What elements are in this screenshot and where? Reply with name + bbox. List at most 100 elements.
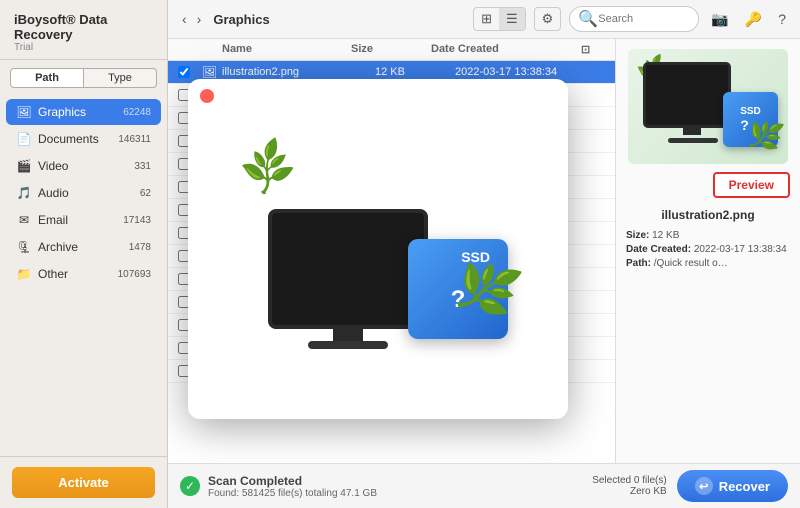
breadcrumb-title: Graphics <box>213 12 465 27</box>
list-view-button[interactable]: ☰ <box>499 8 525 30</box>
sidebar: iBoysoft® Data Recovery Trial Path Type … <box>0 0 168 508</box>
file-list-area: Name Size Date Created ⊡ 🖼 illustration2… <box>168 39 800 463</box>
scan-text: Scan Completed Found: 581425 file(s) tot… <box>208 474 592 499</box>
mini-monitor <box>643 62 731 128</box>
recover-icon: ↩ <box>695 477 713 495</box>
search-icon: 🔍 <box>578 9 598 29</box>
scan-complete-icon: ✓ <box>180 476 200 496</box>
other-count: 107693 <box>118 269 151 280</box>
sidebar-item-email[interactable]: ✉ Email 17143 <box>6 207 161 233</box>
mac-base <box>308 341 388 349</box>
back-button[interactable]: ‹ <box>178 9 191 29</box>
archive-icon: 🗜 <box>16 239 32 255</box>
mini-base <box>668 138 718 143</box>
sidebar-item-audio[interactable]: 🎵 Audio 62 <box>6 180 161 206</box>
mini-mac-illustration: 🌿 SSD ? 🌿 <box>638 57 778 157</box>
main-content: ‹ › Graphics ⊞ ☰ ⚙ 🔍 📷 🔑 ? Name Size Dat… <box>168 0 800 508</box>
preview-size-value: 12 KB <box>652 230 679 241</box>
selected-size: Zero KB <box>592 486 666 497</box>
preview-meta: Size: 12 KB Date Created: 2022-03-17 13:… <box>626 230 790 272</box>
archive-count: 1478 <box>129 242 151 253</box>
preview-popup: 🌿 SSD ? 🌿 <box>188 79 568 419</box>
col-size-header: Size <box>351 43 431 56</box>
recover-button[interactable]: ↩ Recover <box>677 470 788 502</box>
scan-subtitle: Found: 581425 file(s) totaling 47.1 GB <box>208 488 592 499</box>
status-bar: ✓ Scan Completed Found: 581425 file(s) t… <box>168 463 800 508</box>
sidebar-footer: Activate <box>0 456 167 508</box>
preview-path-row: Path: /Quick result o… <box>626 258 790 269</box>
grid-view-button[interactable]: ⊞ <box>474 8 499 30</box>
file-list-container: Name Size Date Created ⊡ 🖼 illustration2… <box>168 39 615 463</box>
preview-date-label: Date Created: <box>626 244 691 255</box>
file-checkbox-0[interactable] <box>178 66 202 78</box>
preview-date-row: Date Created: 2022-03-17 13:38:34 <box>626 244 790 255</box>
audio-icon: 🎵 <box>16 185 32 201</box>
documents-icon: 📄 <box>16 131 32 147</box>
sidebar-item-archive[interactable]: 🗜 Archive 1478 <box>6 234 161 260</box>
leaf-decoration-topleft: 🌿 <box>235 135 302 201</box>
selected-info: Selected 0 file(s) Zero KB <box>592 475 666 497</box>
preview-panel: 🌿 SSD ? 🌿 Preview illustra <box>615 39 800 463</box>
sidebar-item-graphics[interactable]: 🖼 Graphics 62248 <box>6 99 161 125</box>
video-count: 331 <box>134 161 151 172</box>
video-label: Video <box>38 159 134 173</box>
forward-button[interactable]: › <box>193 9 206 29</box>
file-size-0: 12 KB <box>375 66 455 78</box>
preview-path-label: Path: <box>626 258 651 269</box>
search-box: 🔍 <box>569 6 699 32</box>
graphics-icon: 🖼 <box>16 104 32 120</box>
email-count: 17143 <box>123 215 151 226</box>
sidebar-nav: 🖼 Graphics 62248 📄 Documents 146311 🎬 Vi… <box>0 94 167 456</box>
sidebar-item-video[interactable]: 🎬 Video 331 <box>6 153 161 179</box>
mac-stand <box>333 325 363 341</box>
view-toggle: ⊞ ☰ <box>473 7 526 31</box>
camera-icon-button[interactable]: 📷 <box>707 9 732 30</box>
file-name-0: illustration2.png <box>222 66 375 78</box>
video-icon: 🎬 <box>16 158 32 174</box>
preview-image-area: 🌿 SSD ? 🌿 <box>628 49 788 164</box>
preview-illustration: 🌿 SSD ? 🌿 <box>238 139 518 359</box>
activate-button[interactable]: Activate <box>12 467 155 498</box>
selected-count: Selected 0 file(s) <box>592 475 666 486</box>
audio-count: 62 <box>140 188 151 199</box>
file-date-0: 2022-03-17 13:38:34 <box>455 66 605 78</box>
archive-label: Archive <box>38 240 129 254</box>
preview-size-label: Size: <box>626 230 649 241</box>
search-input[interactable] <box>598 13 690 25</box>
nav-arrows: ‹ › <box>178 9 205 29</box>
col-name-header: Name <box>222 43 351 56</box>
mini-stand <box>683 125 701 135</box>
app-header: iBoysoft® Data Recovery Trial <box>0 0 167 60</box>
file-list-header: Name Size Date Created ⊡ <box>168 39 615 61</box>
email-label: Email <box>38 213 123 227</box>
documents-count: 146311 <box>118 134 151 145</box>
preview-filename: illustration2.png <box>661 208 754 222</box>
tab-type[interactable]: Type <box>84 68 157 88</box>
col-date-header: Date Created <box>431 43 581 56</box>
help-icon-button[interactable]: ? <box>774 9 790 29</box>
path-type-tabs: Path Type <box>0 60 167 94</box>
preview-date-value: 2022-03-17 13:38:34 <box>694 244 787 255</box>
documents-label: Documents <box>38 132 118 146</box>
popup-close-button[interactable] <box>200 89 214 103</box>
preview-button[interactable]: Preview <box>713 172 790 198</box>
app-title: iBoysoft® Data Recovery <box>14 12 153 42</box>
mac-monitor <box>268 209 428 329</box>
preview-size-row: Size: 12 KB <box>626 230 790 241</box>
mini-leaf-bottomright: 🌿 <box>744 115 786 156</box>
audio-label: Audio <box>38 186 140 200</box>
graphics-count: 62248 <box>123 107 151 118</box>
other-icon: 📁 <box>16 266 32 282</box>
graphics-label: Graphics <box>38 105 123 119</box>
email-icon: ✉ <box>16 212 32 228</box>
preview-path-value: /Quick result o… <box>654 258 728 269</box>
file-type-icon-0: 🖼 <box>202 65 222 79</box>
tab-path[interactable]: Path <box>10 68 84 88</box>
info-icon-button[interactable]: 🔑 <box>741 9 766 30</box>
scan-title: Scan Completed <box>208 474 592 488</box>
sidebar-item-documents[interactable]: 📄 Documents 146311 <box>6 126 161 152</box>
column-settings-icon: ⊡ <box>581 44 590 56</box>
other-label: Other <box>38 267 118 281</box>
sidebar-item-other[interactable]: 📁 Other 107693 <box>6 261 161 287</box>
filter-button[interactable]: ⚙ <box>534 7 562 31</box>
